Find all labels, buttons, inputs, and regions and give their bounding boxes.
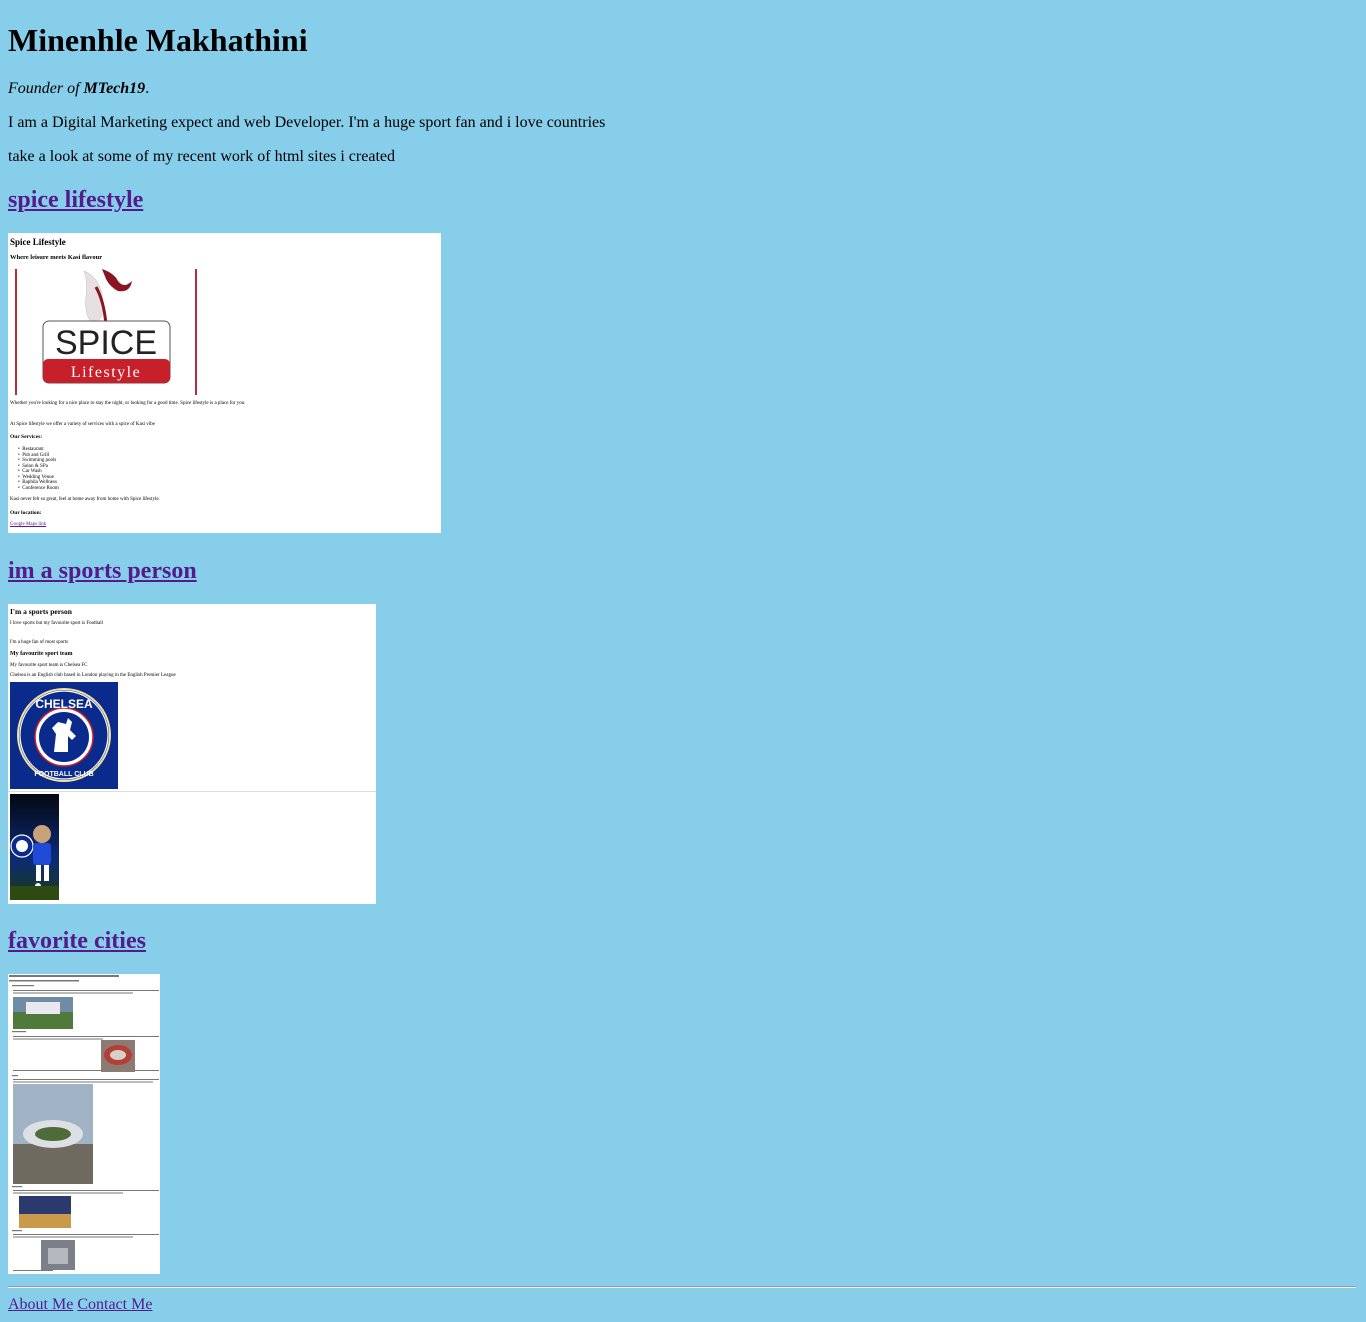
spice-logo-image: SPICE Lifestyle xyxy=(15,269,197,395)
footer-divider xyxy=(8,1286,1356,1288)
spice-para-2: At Spice lifestyle we offer a variety of… xyxy=(10,422,155,427)
sports-line-1: I love sports but my favourite sport is … xyxy=(10,621,104,626)
chelsea-badge-image: CHELSEA FOOTBALL CLUB xyxy=(10,682,118,789)
portfolio-page: Minenhle Makhathini Founder of MTech19. … xyxy=(0,0,1366,1322)
project-link-spice-lifestyle[interactable]: spice lifestyle xyxy=(8,185,143,215)
sports-preview-title: I'm a sports person xyxy=(10,607,72,616)
spice-preview-title: Spice Lifestyle xyxy=(10,237,66,247)
project-link-favorite-cities[interactable]: favorite cities xyxy=(8,926,146,956)
spice-logo-word: SPICE xyxy=(55,324,157,362)
bio-text: I am a Digital Marketing expect and web … xyxy=(8,114,606,131)
footer-nav: About Me Contact Me xyxy=(8,1295,152,1315)
sports-line-2: I'm a huge fan of most sports xyxy=(10,640,69,645)
spice-para-1: Whether you're looking for a nice place … xyxy=(10,401,246,406)
preview-divider xyxy=(8,791,376,792)
chelsea-badge-bottom-text: FOOTBALL CLUB xyxy=(34,771,93,778)
favorite-cities-preview[interactable] xyxy=(8,974,160,1274)
spice-location-heading: Our location: xyxy=(10,510,42,516)
sports-line-3: My favourite sport team is Chelsea FC xyxy=(10,663,88,668)
page-title: Minenhle Makhathini xyxy=(8,22,308,58)
sports-team-heading: My favourite sport team xyxy=(10,651,73,657)
intro-text: take a look at some of my recent work of… xyxy=(8,148,395,165)
list-item: • Conference Room xyxy=(18,485,59,491)
favorite-cities-page-image xyxy=(9,975,159,1271)
about-me-link[interactable]: About Me xyxy=(8,1296,73,1313)
spice-para-3: Kasi never felt so great, feel at home a… xyxy=(10,497,160,502)
sports-person-preview[interactable]: I'm a sports person I love sports but my… xyxy=(8,604,376,904)
founder-suffix: . xyxy=(145,80,150,97)
spice-location-link[interactable]: Google Maps link xyxy=(10,522,46,528)
spice-lifestyle-preview[interactable]: Spice Lifestyle Where leisure meets Kasi… xyxy=(8,233,441,533)
chelsea-badge-top-text: CHELSEA xyxy=(35,697,93,711)
company-name: MTech19 xyxy=(83,80,146,97)
project-link-sports-person[interactable]: im a sports person xyxy=(8,556,197,586)
founder-line: Founder of MTech19. xyxy=(8,79,149,99)
spice-services-heading: Our Services: xyxy=(10,434,43,440)
spice-preview-subtitle: Where leisure meets Kasi flavour xyxy=(10,254,103,261)
spice-logo-sub: Lifestyle xyxy=(71,364,141,381)
contact-me-link[interactable]: Contact Me xyxy=(77,1296,152,1313)
founder-prefix: Founder of xyxy=(8,80,84,97)
sports-line-4: Chelsea is an English club based in Lond… xyxy=(10,673,176,678)
chelsea-player-image xyxy=(10,794,59,900)
